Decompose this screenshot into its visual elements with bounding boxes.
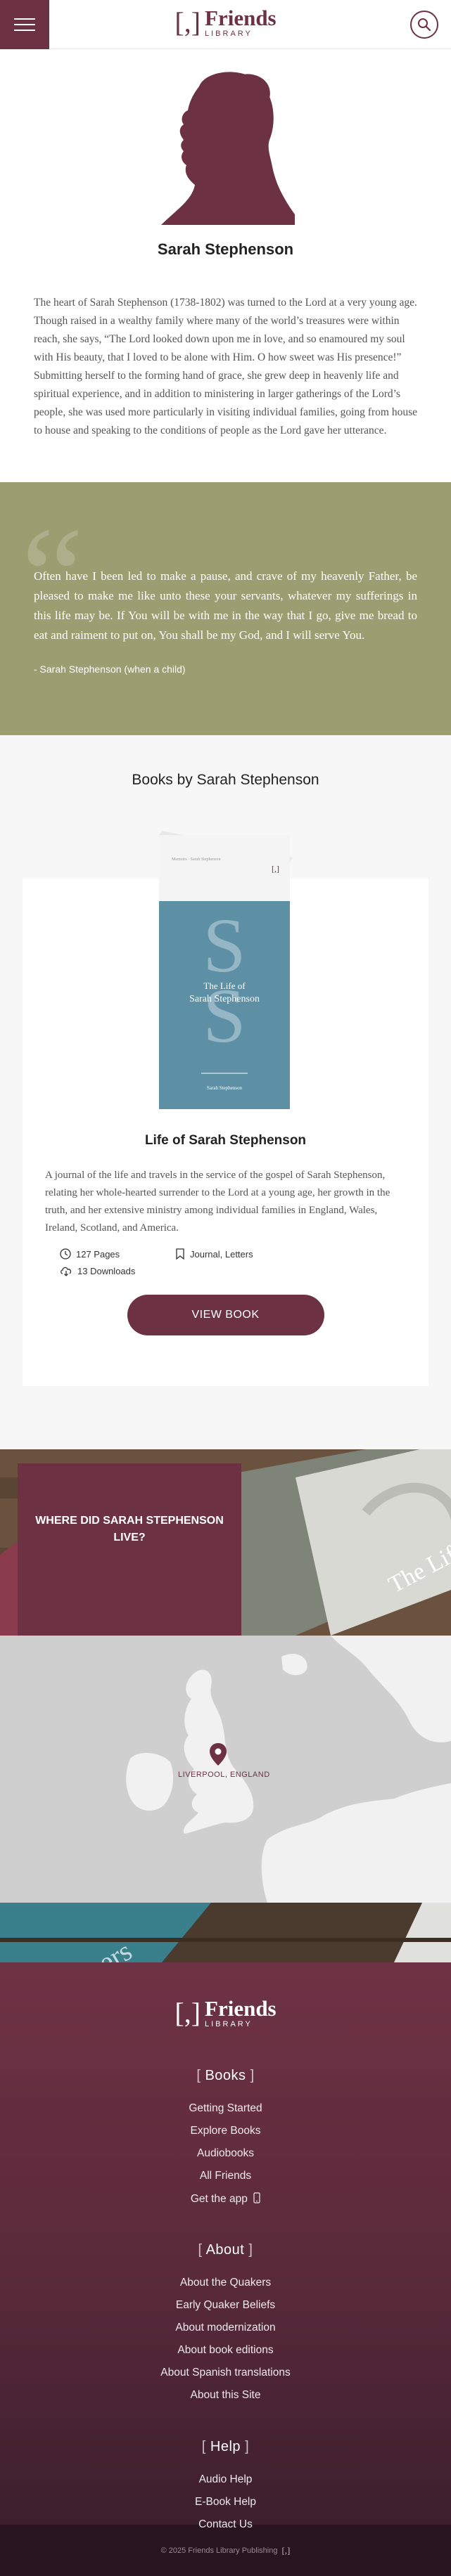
friend-name: Sarah Stephenson [157, 240, 294, 258]
friend-bio: The heart of Sarah Stephenson (1738-1802… [34, 297, 417, 436]
footer-section-title-text: Help [210, 2439, 241, 2454]
book-meta-row: 13 Downloads [60, 1262, 406, 1279]
logo-subtext: LIBRARY [205, 30, 253, 38]
copyright-logo-icon: [,] [281, 2544, 291, 2556]
footer-link-about-modernization[interactable]: About modernization [0, 2322, 451, 2334]
cloud-download-icon [61, 1267, 72, 1276]
footer-link-audio-help[interactable]: Audio Help [0, 2473, 451, 2486]
footer-link-ebook-help[interactable]: E-Book Help [0, 2496, 451, 2509]
friend-header: Sarah Stephenson The heart of Sarah Step… [0, 49, 451, 482]
quote-section: “ Often have I been led to make a pause,… [0, 482, 451, 735]
footer-link-early-beliefs[interactable]: Early Quaker Beliefs [0, 2299, 451, 2312]
books-section: Books by Sarah Stephenson Memoirs · Sara… [0, 735, 451, 1449]
footer-nav: [,] Friends LIBRARY [ Books ] Getting St… [0, 1962, 451, 2530]
where-banner-image: The Life WHERE DID SARAH STEPHENSON LIVE… [0, 1449, 451, 1636]
menu-icon-bar [14, 30, 35, 31]
footer-link-about-editions[interactable]: About book editions [0, 2344, 451, 2357]
footer-link-about-site[interactable]: About this Site [0, 2389, 451, 2402]
where-heading: WHERE DID SARAH STEPHENSON LIVE? [35, 1515, 224, 1543]
menu-icon-bar [14, 18, 35, 20]
book-tags-label: Journal, Letters [190, 1248, 253, 1260]
book-item: Memoirs · Sarah Stephenson [,] S S The L… [0, 831, 451, 1386]
book-downloads-label: 13 Downloads [77, 1265, 136, 1276]
silhouette-container [0, 49, 451, 225]
location-map[interactable]: LIVERPOOL, ENGLAND [0, 1636, 451, 1903]
bookmark-icon [176, 1248, 184, 1260]
book-pages: 127 Pages [60, 1248, 175, 1260]
top-nav: [,] Friends LIBRARY [0, 0, 451, 49]
footer-link-getting-started[interactable]: Getting Started [0, 2102, 451, 2115]
logo-bracket-icon: [,] [174, 6, 201, 38]
where-section: The Life WHERE DID SARAH STEPHENSON LIVE… [0, 1449, 451, 1903]
book-meta-row: 127 Pages Journal, Letters [60, 1245, 406, 1262]
map-image [0, 1636, 451, 1903]
map-location-label: LIVERPOOL, ENGLAND [178, 1771, 270, 1779]
footer-logo-bracket-icon: [,] [174, 1997, 201, 2028]
site-logo[interactable]: [,] Friends LIBRARY [174, 7, 276, 38]
footer-logo-text: Friends [205, 1996, 277, 2021]
footer-photo-image: ers [0, 1903, 451, 1962]
footer-section-help-title: [ Help ] [201, 2439, 250, 2454]
search-button[interactable] [410, 11, 438, 39]
footer-link-all-friends[interactable]: All Friends [0, 2170, 451, 2182]
footer-logo-wordmark: Friends LIBRARY [205, 1998, 277, 2028]
footer-banner-image: ers [0, 1903, 451, 1962]
book-cover-the: The Life of [203, 980, 246, 991]
phone-icon [253, 2192, 260, 2203]
menu-button[interactable] [0, 0, 49, 49]
friend-silhouette-image [160, 72, 295, 225]
footer-section-books-title: [ Books ] [196, 2068, 255, 2083]
quote-citation: - Sarah Stephenson (when a child) [34, 664, 186, 675]
map-pin-icon[interactable] [210, 1743, 227, 1766]
footer-link-get-the-app-label: Get the app [190, 2193, 248, 2205]
view-book-button[interactable]: VIEW BOOK [127, 1295, 324, 1335]
book-cover-image[interactable]: Memoirs · Sarah Stephenson [,] S S The L… [158, 831, 293, 1110]
footer-link-about-quakers[interactable]: About the Quakers [0, 2277, 451, 2289]
quote-text: Often have I been led to make a pause, a… [34, 569, 417, 642]
footer-link-spanish-translations[interactable]: About Spanish translations [0, 2367, 451, 2379]
menu-icon-bar [14, 24, 35, 25]
books-heading: Books by Sarah Stephenson [132, 772, 319, 788]
book-tags: Journal, Letters [175, 1248, 291, 1260]
footer-logo-subtext: LIBRARY [205, 2020, 253, 2028]
book-cover-top-text: Memoirs · Sarah Stephenson [172, 857, 221, 862]
copyright-text: © 2025 Friends Library Publishing [160, 2546, 278, 2555]
footer-section-title-text: About [205, 2242, 245, 2258]
book-cover-bottom-text: Sarah Stephenson [207, 1085, 242, 1091]
footer-link-get-the-app[interactable]: Get the app [0, 2192, 451, 2206]
clock-icon [60, 1248, 71, 1260]
site-footer: ers [,] Friends LIBRARY [ Books ] Gettin… [0, 1903, 451, 2576]
where-heading-box: WHERE DID SARAH STEPHENSON LIVE? [18, 1463, 241, 1636]
logo-text: Friends [205, 6, 277, 30]
footer-link-explore-books[interactable]: Explore Books [0, 2125, 451, 2137]
footer-section-about-title: [ About ] [198, 2242, 253, 2258]
footer-logo[interactable]: [,] Friends LIBRARY [174, 1998, 276, 2028]
book-meta: 127 Pages Journal, Letters 13 Downloads [60, 1245, 406, 1279]
footer-section-title-text: Books [205, 2068, 246, 2083]
book-description: A journal of the life and travels in the… [45, 1170, 390, 1234]
book-title[interactable]: Life of Sarah Stephenson [0, 1133, 451, 1148]
book-cover-logo-icon: [,] [272, 864, 279, 874]
logo-wordmark: Friends LIBRARY [205, 7, 277, 38]
search-icon [418, 18, 431, 32]
footer-link-audiobooks[interactable]: Audiobooks [0, 2147, 451, 2160]
book-cover-author: Sarah Stephenson [189, 994, 260, 1004]
book-downloads: 13 Downloads [60, 1265, 175, 1276]
footer-link-contact[interactable]: Contact Us [0, 2518, 451, 2531]
book-pages-label: 127 Pages [76, 1248, 120, 1260]
